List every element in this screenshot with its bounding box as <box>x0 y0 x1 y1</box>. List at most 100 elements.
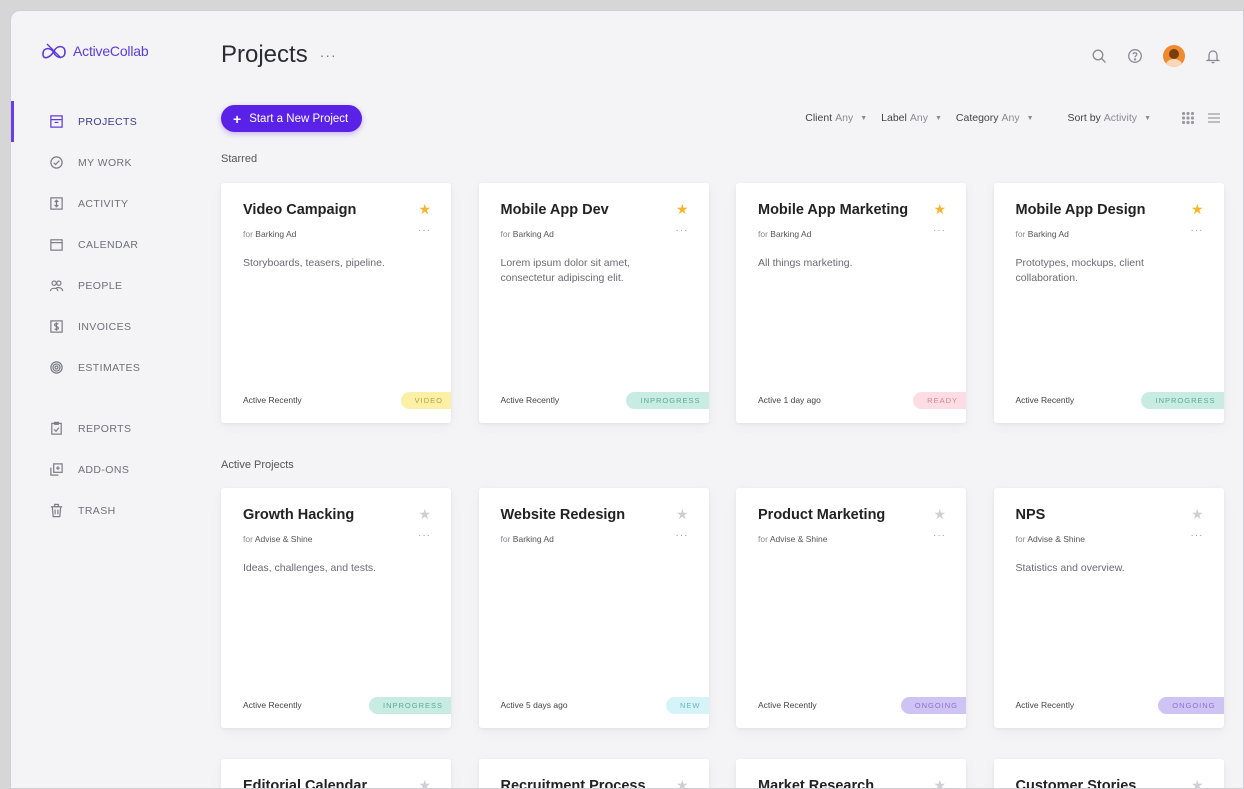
filter-value: Any <box>835 112 854 124</box>
sidebar-item-activity[interactable]: ACTIVITY <box>11 183 201 224</box>
card-options-button[interactable]: ··· <box>933 225 946 236</box>
sidebar-item-invoices[interactable]: INVOICES <box>11 306 201 347</box>
reports-icon <box>51 421 62 435</box>
star-icon[interactable]: ★ <box>676 202 689 216</box>
status-badge[interactable]: ONGOING <box>900 697 966 714</box>
card-options-button[interactable]: ··· <box>418 530 431 541</box>
project-name[interactable]: Product Marketing <box>758 507 885 523</box>
card-options-button[interactable]: ··· <box>1191 530 1204 541</box>
project-name[interactable]: Mobile App Dev <box>501 202 609 218</box>
page-options-button[interactable]: ··· <box>320 47 337 63</box>
sidebar-item-estimates[interactable]: ESTIMATES <box>11 347 201 388</box>
project-name[interactable]: Video Campaign <box>243 202 356 218</box>
status-badge[interactable]: READY <box>913 392 966 409</box>
card-options-button[interactable]: ··· <box>676 225 689 236</box>
star-icon[interactable]: ★ <box>1191 778 1204 788</box>
sidebar-item-reports[interactable]: REPORTS <box>11 408 201 449</box>
sidebar-item-people[interactable]: PEOPLE <box>11 265 201 306</box>
star-icon[interactable]: ★ <box>933 507 946 521</box>
star-icon[interactable]: ★ <box>676 507 689 521</box>
star-icon[interactable]: ★ <box>933 778 946 788</box>
logo[interactable]: ActiveCollab <box>41 41 149 61</box>
project-card[interactable]: Website Redesign ★ for Barking Ad ··· Active… <box>478 488 709 728</box>
project-client: for Advise & Shine <box>1016 534 1085 544</box>
start-new-project-button[interactable]: + Start a New Project <box>221 105 363 132</box>
calendar-icon <box>50 239 63 251</box>
project-name[interactable]: Website Redesign <box>501 507 626 523</box>
project-activity: Active Recently <box>758 700 817 710</box>
avatar[interactable] <box>1163 45 1185 67</box>
project-card[interactable]: Customer Stories ★ <box>993 759 1224 788</box>
status-badge[interactable]: INPROGRESS <box>368 697 451 714</box>
project-name[interactable]: Market Research <box>758 778 874 788</box>
sort-dropdown[interactable]: Sort by Activity ▼ <box>1068 112 1151 124</box>
sidebar: ActiveCollab PROJECTS MY WORK ACTIVITY C… <box>11 11 201 788</box>
star-icon[interactable]: ★ <box>418 202 431 216</box>
project-card[interactable]: NPS ★ for Advise & Shine ··· Statistics and … <box>993 488 1224 728</box>
projects-icon <box>50 115 63 128</box>
project-card[interactable]: Mobile App Dev ★ for Barking Ad ··· Lorem ip… <box>478 183 709 423</box>
star-icon[interactable]: ★ <box>418 778 431 788</box>
project-card[interactable]: Video Campaign ★ for Barking Ad ··· Storyboa… <box>221 183 451 423</box>
help-icon[interactable] <box>1127 48 1143 64</box>
project-card[interactable]: Recruitment Process ★ <box>478 759 709 788</box>
star-icon[interactable]: ★ <box>418 507 431 521</box>
card-options-button[interactable]: ··· <box>933 530 946 541</box>
filter-value: Any <box>909 112 928 124</box>
status-badge[interactable]: NEW <box>666 697 709 714</box>
project-card[interactable]: Market Research ★ <box>736 759 966 788</box>
project-name[interactable]: NPS <box>1016 507 1046 523</box>
bell-icon[interactable] <box>1205 48 1221 64</box>
card-options-button[interactable]: ··· <box>676 530 689 541</box>
star-icon[interactable]: ★ <box>1191 202 1204 216</box>
sidebar-item-label: CALENDAR <box>78 238 139 251</box>
search-icon[interactable] <box>1091 48 1107 64</box>
client-filter[interactable]: Client Any ▼ <box>805 112 867 124</box>
client-prefix: for <box>500 229 511 239</box>
project-name[interactable]: Recruitment Process <box>501 778 646 788</box>
client-prefix: for <box>758 229 768 239</box>
project-name[interactable]: Customer Stories <box>1016 778 1137 788</box>
client-name: Barking Ad <box>255 229 297 239</box>
star-icon[interactable]: ★ <box>676 778 689 788</box>
status-badge[interactable]: ONGOING <box>1158 697 1224 714</box>
category-filter[interactable]: Category Any ▼ <box>956 112 1034 124</box>
caret-down-icon: ▼ <box>1144 114 1151 122</box>
project-name[interactable]: Editorial Calendar <box>243 778 367 788</box>
sidebar-item-label: TRASH <box>78 504 116 517</box>
grid-view-icon[interactable] <box>1181 111 1195 125</box>
sidebar-item-label: ADD-ONS <box>78 463 130 476</box>
card-options-button[interactable]: ··· <box>1191 225 1204 236</box>
client-prefix: for <box>243 534 253 544</box>
status-badge[interactable]: VIDEO <box>400 392 451 409</box>
project-activity: Active 1 day ago <box>758 395 821 405</box>
project-name[interactable]: Growth Hacking <box>243 507 354 523</box>
project-card[interactable]: Growth Hacking ★ for Advise & Shine ··· Idea… <box>221 488 451 728</box>
project-card[interactable]: Mobile App Marketing ★ for Barking Ad ··· Al… <box>736 183 966 423</box>
check-circle-icon <box>50 156 63 169</box>
label-filter[interactable]: Label Any ▼ <box>881 112 942 124</box>
list-view-icon[interactable] <box>1207 111 1221 125</box>
page-title: Projects <box>221 41 308 68</box>
project-card[interactable]: Mobile App Design ★ for Barking Ad ··· Proto… <box>993 183 1224 423</box>
sidebar-item-my-work[interactable]: MY WORK <box>11 142 201 183</box>
status-badge[interactable]: INPROGRESS <box>626 392 709 409</box>
project-name[interactable]: Mobile App Marketing <box>758 202 908 218</box>
status-badge[interactable]: INPROGRESS <box>1141 392 1224 409</box>
project-card[interactable]: Editorial Calendar ★ <box>221 759 451 788</box>
star-icon[interactable]: ★ <box>933 202 946 216</box>
filter-label: Label <box>881 112 907 124</box>
sidebar-item-add-ons[interactable]: ADD-ONS <box>11 449 201 490</box>
sidebar-item-trash[interactable]: TRASH <box>11 490 201 531</box>
sidebar-item-projects[interactable]: PROJECTS <box>11 101 201 142</box>
project-description: Lorem ipsum dolor sit amet, consectetur … <box>500 257 631 284</box>
project-client: for Barking Ad <box>1016 229 1069 239</box>
card-options-button[interactable]: ··· <box>418 225 431 236</box>
project-name[interactable]: Mobile App Design <box>1016 202 1146 218</box>
star-icon[interactable]: ★ <box>1191 507 1204 521</box>
starred-section-title: Starred <box>221 153 258 165</box>
start-new-project-label: Start a New Project <box>249 112 349 125</box>
sidebar-item-calendar[interactable]: CALENDAR <box>11 224 201 265</box>
caret-down-icon: ▼ <box>1026 114 1034 122</box>
project-card[interactable]: Product Marketing ★ for Advise & Shine ··· A… <box>736 488 966 728</box>
